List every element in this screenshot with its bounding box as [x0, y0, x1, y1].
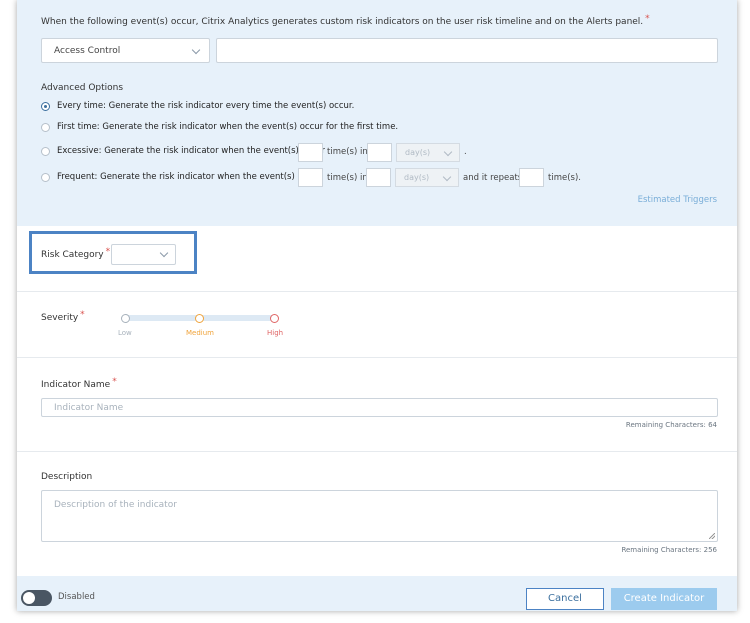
estimated-triggers-link[interactable]: Estimated Triggers	[638, 195, 717, 205]
severity-low-label: Low	[118, 329, 132, 337]
chevron-down-icon	[442, 172, 452, 182]
excessive-unit-select[interactable]: day(s)	[396, 143, 460, 162]
create-indicator-button[interactable]: Create Indicator	[611, 588, 717, 610]
frequent-unit-select[interactable]: day(s)	[395, 168, 459, 187]
description-remaining: Remaining Characters: 256	[621, 546, 717, 554]
event-type-value: Access Control	[54, 45, 121, 56]
severity-high-label: High	[267, 329, 284, 337]
frequent-times-end: time(s).	[548, 173, 581, 183]
frequent-repeats-text: and it repeats	[463, 173, 523, 183]
excessive-period-input[interactable]	[367, 143, 392, 162]
status-toggle[interactable]	[21, 590, 52, 606]
excessive-period-end: .	[464, 147, 467, 157]
event-intro-text: When the following event(s) occur, Citri…	[41, 14, 650, 27]
option-excessive[interactable]: Excessive: Generate the risk indicator w…	[41, 146, 341, 160]
resize-handle-icon[interactable]	[709, 533, 715, 539]
frequent-count-input[interactable]	[298, 168, 323, 187]
description-textarea[interactable]: Description of the indicator	[41, 490, 718, 542]
risk-category-label: Risk Category *	[41, 247, 111, 260]
radio-every-time[interactable]	[41, 102, 50, 111]
severity-low-dot[interactable]	[121, 314, 130, 323]
required-mark: *	[645, 14, 650, 24]
divider	[17, 291, 737, 292]
indicator-name-input[interactable]: Indicator Name	[41, 398, 718, 417]
indicator-name-label: Indicator Name *	[41, 377, 117, 390]
frequent-unit-value: day(s)	[404, 173, 430, 182]
option-first-time[interactable]: First time: Generate the risk indicator …	[41, 122, 641, 136]
event-condition-input[interactable]	[216, 38, 718, 63]
toggle-label: Disabled	[58, 592, 95, 602]
required-mark: *	[112, 377, 117, 387]
excessive-unit-value: day(s)	[405, 148, 431, 157]
divider	[17, 451, 737, 452]
divider	[17, 357, 737, 358]
excessive-count-input[interactable]	[298, 143, 323, 162]
event-type-select[interactable]: Access Control	[41, 38, 210, 63]
frequent-period-input[interactable]	[366, 168, 391, 187]
description-label: Description	[41, 472, 93, 482]
severity-high-dot[interactable]	[270, 314, 279, 323]
radio-excessive[interactable]	[41, 147, 50, 156]
risk-category-select[interactable]	[111, 244, 176, 265]
radio-frequent[interactable]	[41, 173, 50, 182]
event-conditions-panel: When the following event(s) occur, Citri…	[17, 0, 737, 226]
create-indicator-form: When the following event(s) occur, Citri…	[17, 0, 737, 611]
severity-medium-label: Medium	[186, 329, 214, 337]
required-mark: *	[80, 310, 85, 320]
chevron-down-icon	[443, 147, 453, 157]
advanced-options-title: Advanced Options	[41, 83, 124, 93]
description-placeholder: Description of the indicator	[54, 500, 177, 510]
severity-medium-dot[interactable]	[195, 314, 204, 323]
indicator-name-placeholder: Indicator Name	[54, 403, 124, 413]
option-frequent[interactable]: Frequent: Generate the risk indicator wh…	[41, 172, 341, 186]
radio-first-time[interactable]	[41, 123, 50, 132]
frequent-repeats-input[interactable]	[519, 168, 544, 187]
frequent-times-in-text: time(s) in	[327, 173, 368, 183]
indicator-name-remaining: Remaining Characters: 64	[625, 421, 717, 429]
required-mark: *	[105, 247, 111, 257]
cancel-button[interactable]: Cancel	[526, 588, 604, 610]
chevron-down-icon	[159, 248, 169, 258]
severity-label: Severity *	[41, 310, 85, 323]
excessive-times-in-text: time(s) in	[327, 147, 368, 157]
option-every-time[interactable]: Every time: Generate the risk indicator …	[41, 101, 641, 115]
chevron-down-icon	[191, 45, 201, 55]
